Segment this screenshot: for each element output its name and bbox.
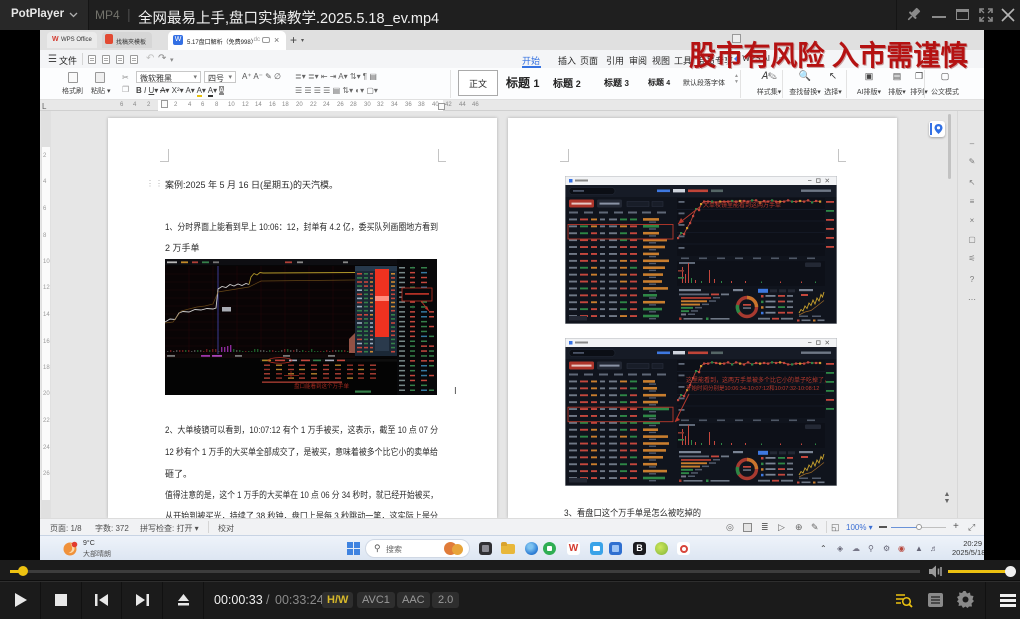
- svg-text:大单棱镜里能看到这两万手单: 大单棱镜里能看到这两万手单: [703, 201, 781, 209]
- svg-text:盘口能看到这个万手单: 盘口能看到这个万手单: [294, 382, 350, 390]
- svg-text:开始时间分别是10:06:34-10:07:12和10:07: 开始时间分别是10:06:34-10:07:12和10:07:32-10:08:…: [686, 384, 819, 392]
- svg-text:这里能看到，这两万手单被多个比它小的单子吃掉了，: 这里能看到，这两万手单被多个比它小的单子吃掉了，: [686, 376, 830, 384]
